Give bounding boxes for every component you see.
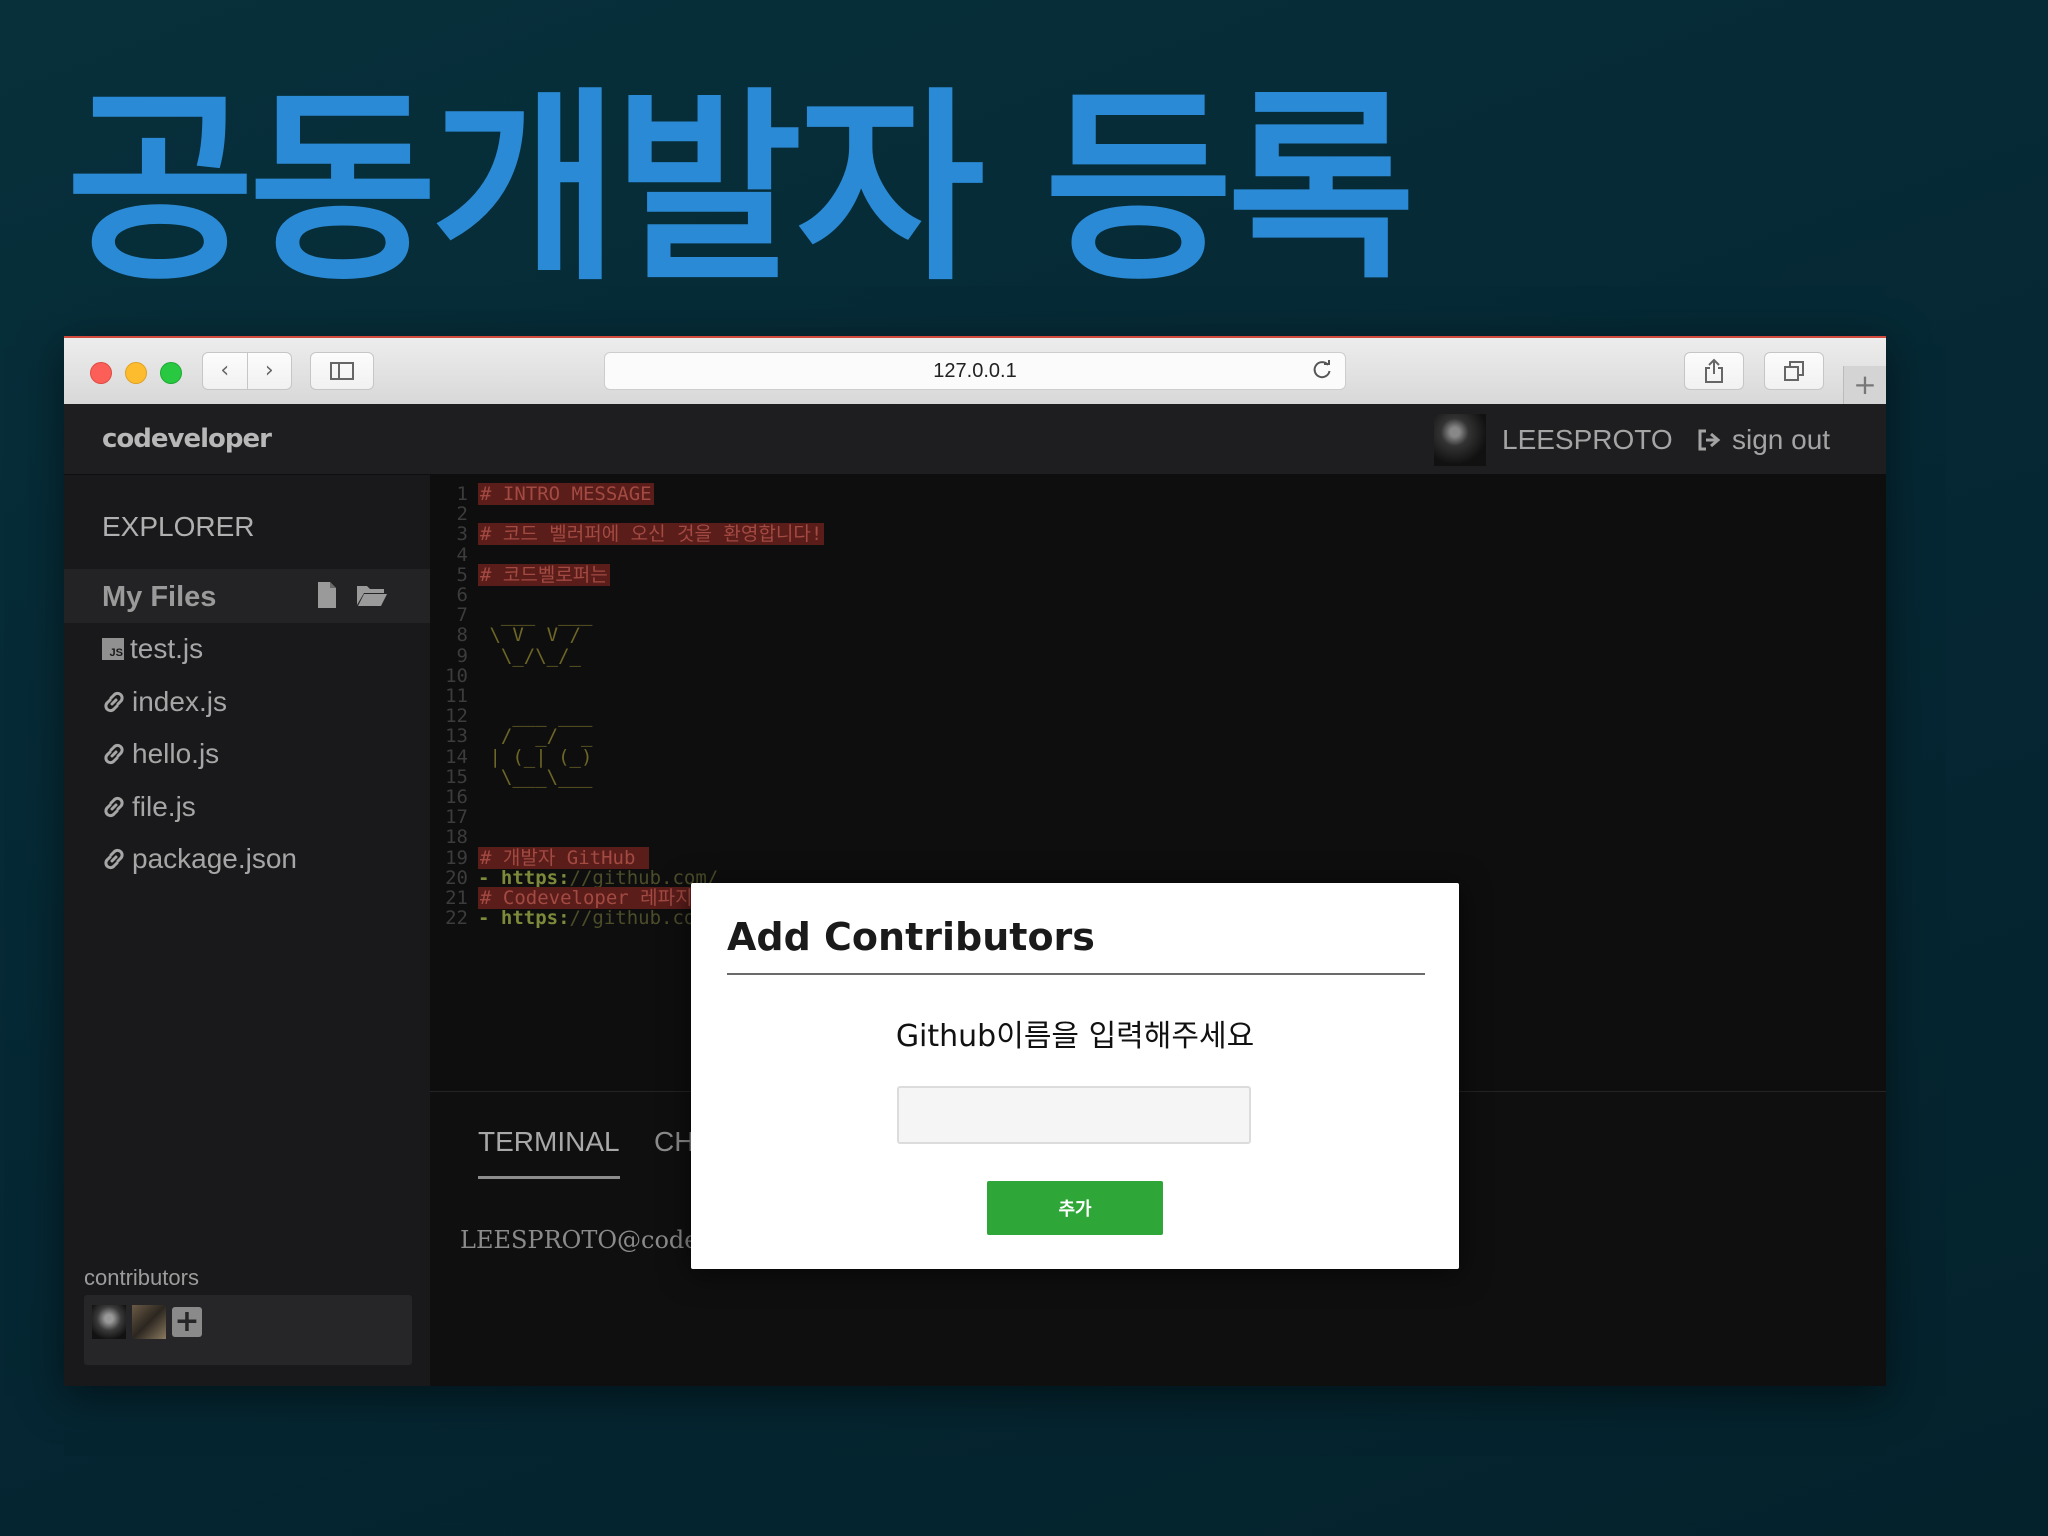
share-button[interactable] (1684, 352, 1744, 390)
tab-terminal[interactable]: TERMINAL (478, 1126, 620, 1179)
code-text: \_/\_/_ (478, 644, 581, 667)
file-list: JS test.js index.js hello.js file.js pac… (102, 623, 297, 886)
contributor-avatar[interactable] (92, 1305, 126, 1339)
new-folder-icon[interactable] (356, 583, 388, 607)
code-text: # 코드벨로퍼는 (478, 563, 610, 586)
code-text: # 코드 벨러퍼에 오신 것을 환영합니다! (478, 523, 825, 546)
slide-title: 공동개발자 등록 (66, 71, 1416, 309)
browser-toolbar: ‹ › 127.0.0.1 + (64, 338, 1886, 405)
add-button[interactable]: 추가 (987, 1181, 1163, 1235)
file-name: hello.js (132, 738, 220, 770)
new-tab-button[interactable]: + (1843, 366, 1886, 404)
modal-prompt: Github이름을 입력해주세요 (895, 1019, 1255, 1054)
share-icon (1705, 358, 1723, 383)
file-name: test.js (130, 633, 204, 665)
url-text: 127.0.0.1 (933, 359, 1017, 382)
contributors-list: + (84, 1295, 412, 1365)
forward-button[interactable]: › (246, 353, 292, 389)
code-text: # INTRO MESSAGE (478, 483, 654, 505)
sidebar-icon (330, 362, 354, 380)
file-name: index.js (132, 685, 227, 717)
app-header: codeveloper LEESPROTO sign out (64, 404, 1886, 475)
file-name: package.json (132, 843, 298, 875)
back-button[interactable]: ‹ (203, 353, 247, 389)
my-files-header: My Files (64, 569, 430, 623)
address-bar[interactable]: 127.0.0.1 (604, 352, 1346, 390)
github-username-input[interactable] (897, 1086, 1251, 1144)
tabs-overview-icon (1784, 361, 1804, 381)
username[interactable]: LEESPROTO (1502, 424, 1673, 456)
code-line: 3 # 코드 벨러퍼에 오신 것을 환영합니다! (430, 521, 825, 547)
contributors-label: contributors (84, 1265, 199, 1290)
modal-title: Add Contributors (727, 915, 1425, 975)
file-explorer: EXPLORER My Files JS test.js index.js he… (64, 475, 430, 1386)
link-icon (104, 744, 124, 765)
nav-button-group: ‹ › (202, 352, 292, 390)
sidebar-toggle-button[interactable] (310, 352, 374, 390)
window-maximize-button[interactable] (160, 362, 182, 384)
app-logo[interactable]: codeveloper (102, 424, 272, 454)
reload-icon[interactable] (1311, 359, 1333, 381)
window-minimize-button[interactable] (125, 362, 147, 384)
js-file-icon: JS (102, 638, 124, 661)
browser-window: ‹ › 127.0.0.1 + codeveloper LEESPROTO si… (64, 336, 1886, 1386)
sign-out-label: sign out (1732, 424, 1831, 455)
file-item-index-js[interactable]: index.js (102, 676, 297, 729)
link-icon (104, 849, 124, 870)
file-item-package-json[interactable]: package.json (102, 833, 297, 886)
link-icon (104, 691, 124, 712)
window-close-button[interactable] (90, 362, 112, 384)
file-item-test-js[interactable]: JS test.js (102, 623, 297, 676)
file-item-hello-js[interactable]: hello.js (102, 728, 297, 781)
new-file-icon[interactable] (316, 581, 338, 609)
file-name: file.js (132, 790, 196, 822)
sign-out-icon (1698, 429, 1721, 451)
code-text: \___\___ (478, 765, 593, 788)
sign-out-link[interactable]: sign out (1696, 424, 1830, 456)
code-token: - https: (478, 907, 570, 930)
show-tabs-button[interactable] (1764, 352, 1824, 390)
contributor-avatar[interactable] (132, 1305, 166, 1339)
user-avatar[interactable] (1434, 414, 1486, 466)
file-item-file-js[interactable]: file.js (102, 781, 297, 834)
link-icon (104, 796, 124, 817)
explorer-heading: EXPLORER (102, 511, 255, 542)
my-files-label: My Files (102, 581, 217, 613)
add-contributors-modal: Add Contributors Github이름을 입력해주세요 추가 (691, 883, 1459, 1269)
line-number: 22 (445, 907, 468, 930)
add-contributor-button[interactable]: + (172, 1307, 202, 1337)
